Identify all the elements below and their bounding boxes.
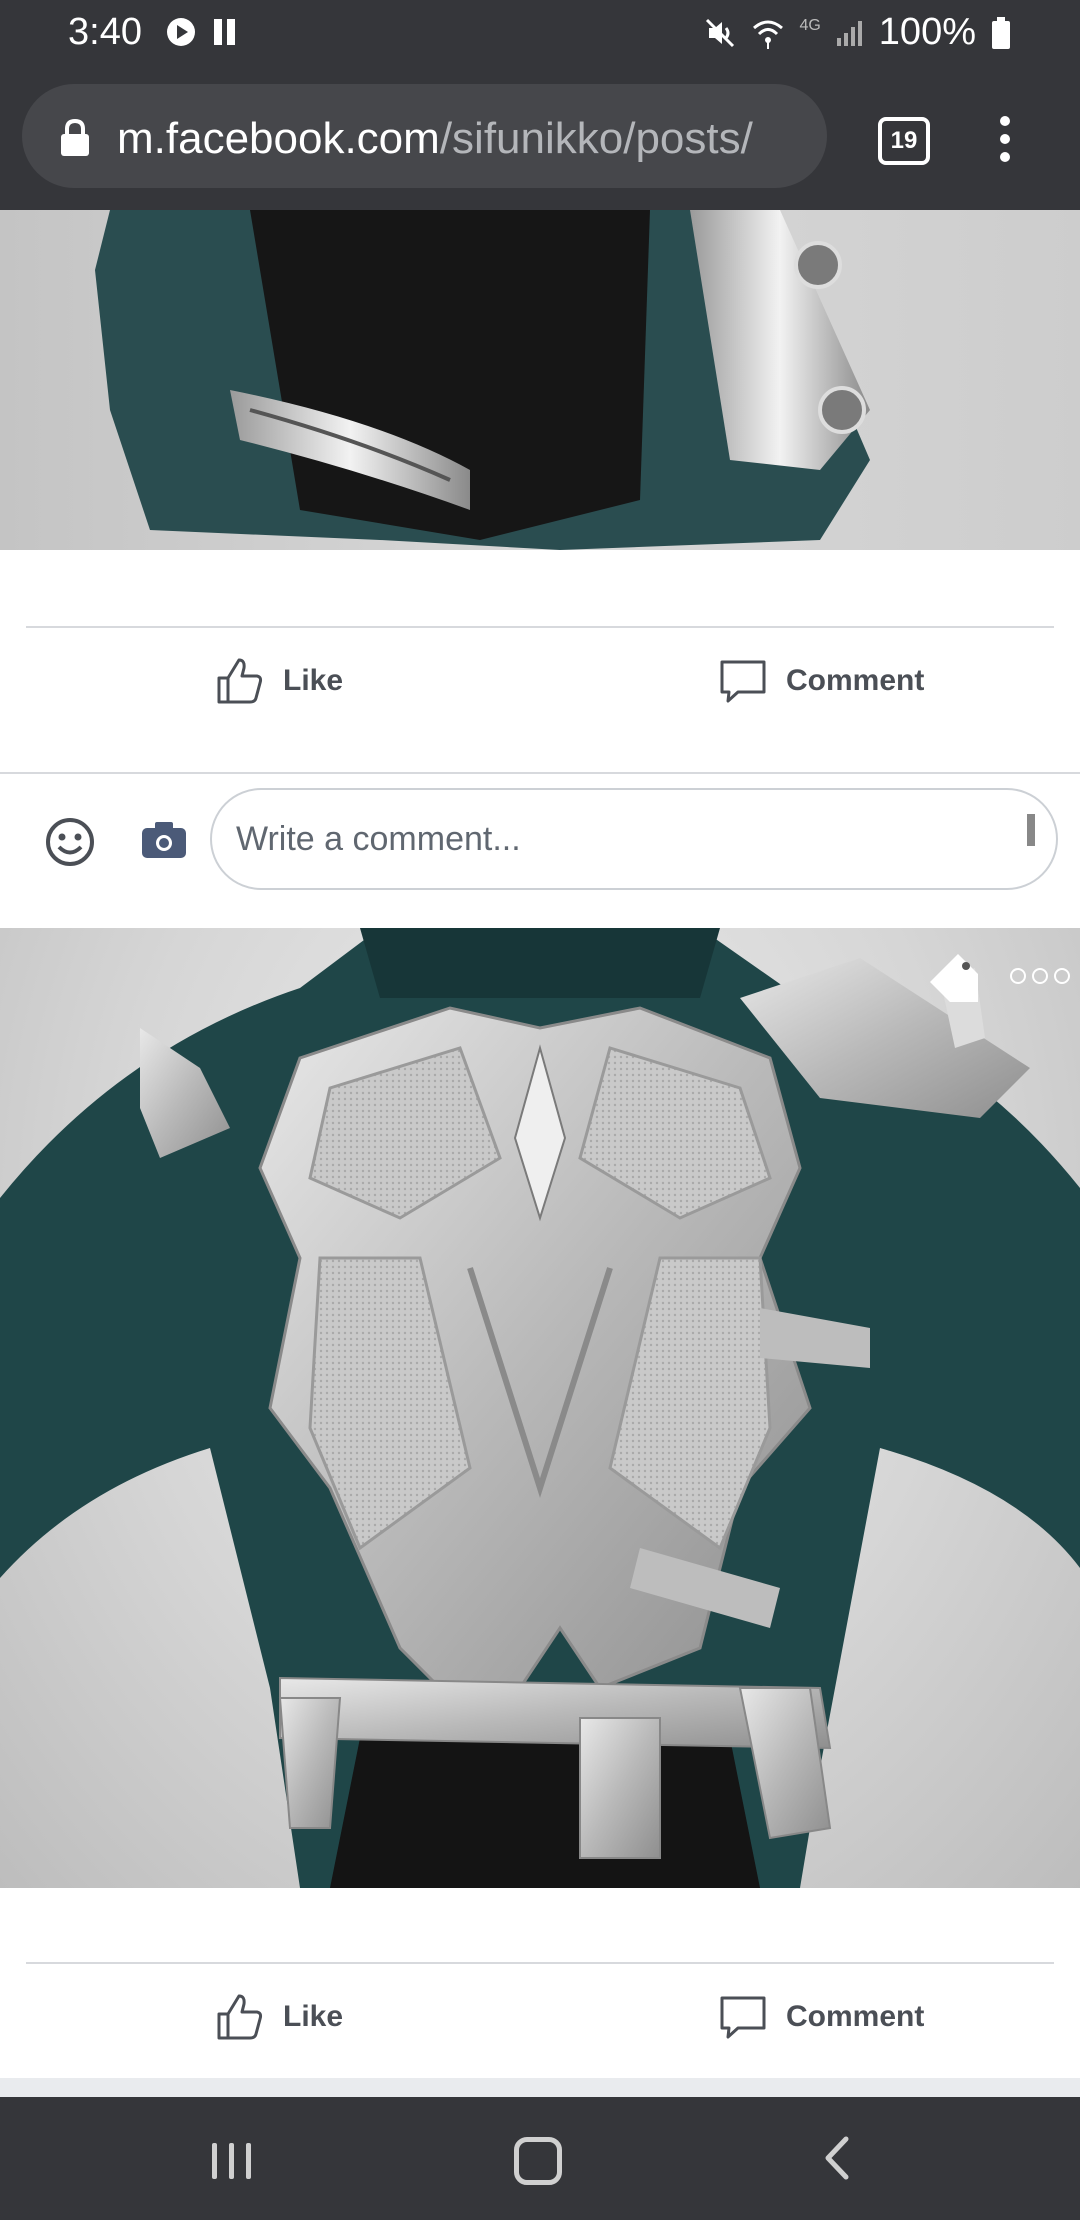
like-label: Like	[283, 664, 344, 697]
post2-like-button[interactable]: Like	[215, 1992, 343, 2042]
mute-icon	[706, 18, 735, 47]
divider	[26, 1962, 1054, 1964]
overflow-menu-icon[interactable]	[995, 112, 1015, 172]
comment-input[interactable]	[210, 788, 1058, 890]
wifi-icon	[753, 20, 784, 49]
status-notification-icons	[165, 16, 239, 48]
post1-photo-render	[95, 210, 870, 550]
post1-photo[interactable]	[0, 210, 1080, 550]
recent-apps-button[interactable]	[212, 2143, 251, 2179]
comment-label: Comment	[786, 664, 925, 697]
system-navigation-bar	[0, 2097, 1080, 2220]
comment-composer	[0, 774, 1080, 914]
play-store-icon	[167, 18, 195, 46]
tab-switcher-button[interactable]: 19	[878, 117, 930, 165]
camera-icon[interactable]	[140, 820, 188, 860]
feed[interactable]: Like Comment Write a comment... Like Com…	[0, 210, 1080, 2097]
post2-footer: Like Comment	[0, 1888, 1080, 2078]
status-right: 4G 100%	[703, 11, 1012, 54]
battery-icon	[992, 16, 1010, 49]
comment-bubble-icon	[720, 1996, 766, 2039]
back-button[interactable]	[822, 2135, 852, 2181]
text-cursor	[1027, 814, 1035, 846]
status-bar: 3:40 4G 100%	[0, 0, 1080, 68]
post1-comment-button[interactable]: Comment	[718, 656, 924, 706]
post2-photo-render	[0, 928, 1080, 1888]
network-type-label: 4G	[799, 16, 821, 34]
comment-label: Comment	[786, 2000, 925, 2033]
thumbs-up-icon	[217, 658, 263, 704]
home-button[interactable]	[514, 2137, 562, 2185]
thumbs-up-icon	[217, 1994, 263, 2040]
url-text[interactable]: m.facebook.com/sifunikko/posts/	[117, 114, 753, 164]
more-options-icon[interactable]	[1010, 968, 1070, 984]
address-bar[interactable]: m.facebook.com/sifunikko/posts/	[22, 84, 827, 188]
tag-icon[interactable]	[926, 950, 982, 1006]
like-label: Like	[283, 2000, 344, 2033]
browser-chrome: 3:40 4G 100% m.facebook.com/sifunikko/po…	[0, 0, 1080, 210]
signal-icon	[836, 20, 862, 46]
post1-like-button[interactable]: Like	[215, 656, 343, 706]
emoji-icon[interactable]	[44, 816, 96, 868]
comment-bubble-icon	[720, 660, 766, 703]
status-time: 3:40	[68, 11, 142, 53]
pause-icon	[214, 19, 235, 45]
battery-percent: 100%	[878, 11, 976, 53]
lock-icon	[61, 118, 89, 156]
url-path: /sifunikko/posts/	[439, 114, 753, 163]
post2-comment-button[interactable]: Comment	[718, 1992, 924, 2042]
url-host: m.facebook.com	[117, 114, 440, 163]
divider	[26, 626, 1054, 628]
address-bar-row: m.facebook.com/sifunikko/posts/ 19	[0, 68, 1080, 210]
post1-footer: Like Comment	[0, 550, 1080, 962]
post2-photo[interactable]	[0, 928, 1080, 1888]
